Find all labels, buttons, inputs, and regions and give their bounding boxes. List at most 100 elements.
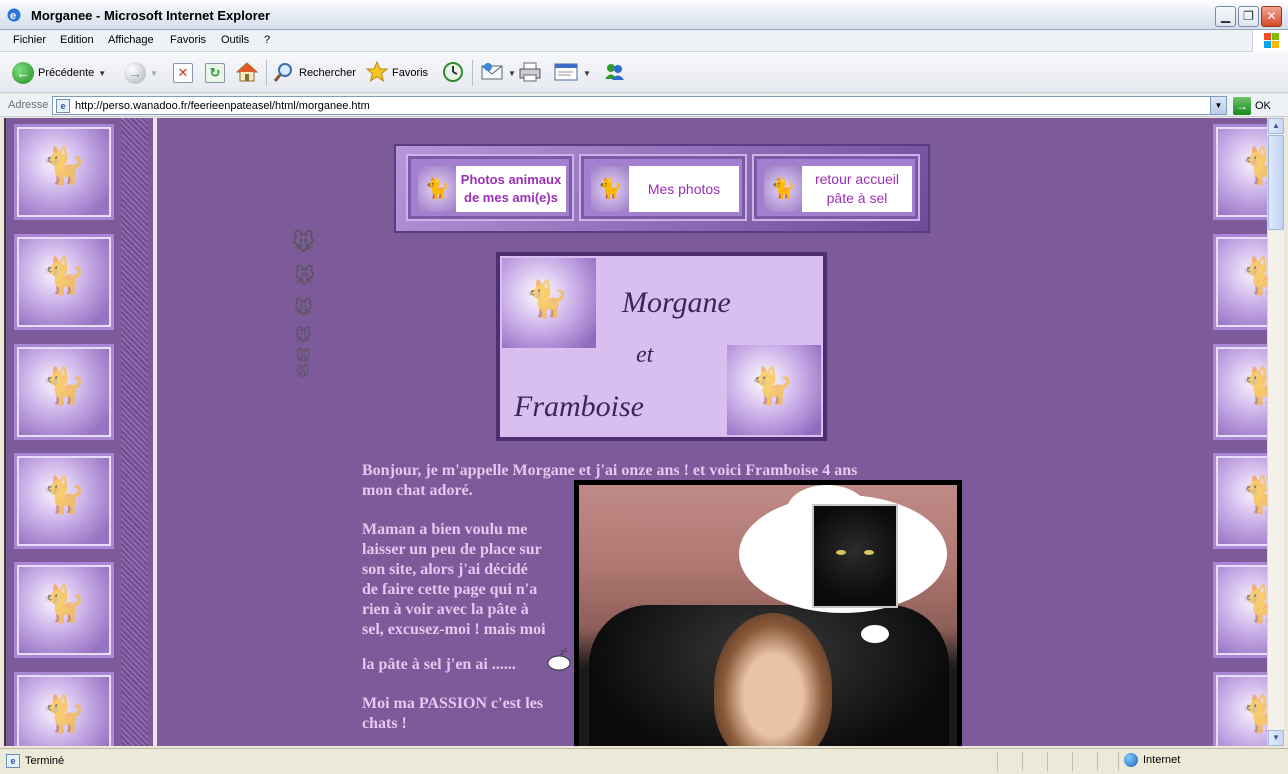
- history-button[interactable]: [442, 60, 464, 86]
- nav-my-photos: 🐈 Mes photos: [579, 154, 747, 221]
- status-pane: [997, 752, 998, 771]
- windows-logo: [1252, 30, 1288, 52]
- address-bar: Adresse e http://perso.wanadoo.fr/feerie…: [0, 94, 1288, 117]
- my-photos-link[interactable]: Mes photos: [629, 166, 739, 212]
- mouse-icon: 🐭: [296, 348, 311, 364]
- banner-word: et: [636, 342, 654, 368]
- mail-icon: [480, 61, 504, 86]
- scroll-up-icon[interactable]: ▲: [1268, 118, 1284, 134]
- mouse-icon: 🐭: [292, 230, 315, 255]
- link-line: retour accueil: [814, 171, 900, 188]
- menu-affichage[interactable]: Affichage: [108, 34, 154, 46]
- back-dropdown-icon[interactable]: ▼: [98, 69, 106, 78]
- banner-word: Framboise: [514, 390, 644, 423]
- thought-bubble: [861, 625, 889, 643]
- print-button[interactable]: [518, 60, 542, 86]
- kitten-corner-image: 🐈: [502, 258, 596, 348]
- scroll-thumb[interactable]: [1268, 135, 1284, 230]
- search-button[interactable]: Rechercher: [273, 60, 356, 86]
- stop-button[interactable]: ✕: [173, 60, 193, 86]
- link-line: pâte à sel: [826, 190, 888, 206]
- text-line: son site, alors j'ai décidé: [362, 561, 528, 578]
- title-bar: e Morganee - Microsoft Internet Explorer…: [0, 0, 1288, 30]
- sleeping-smiley-icon: zz: [546, 647, 572, 676]
- text-line: rien à voir avec la pâte à: [362, 601, 529, 618]
- menu-fichier[interactable]: Fichier: [13, 34, 46, 46]
- favorites-button[interactable]: Favoris: [365, 60, 429, 86]
- ie-icon: e: [6, 7, 22, 23]
- globe-icon: [1124, 753, 1138, 767]
- mail-dropdown-icon[interactable]: ▼: [508, 69, 516, 78]
- left-tile-column: 🐈 🐈 🐈 🐈 🐈 🐈: [10, 118, 120, 746]
- toolbar-separator: [266, 60, 267, 86]
- edit-page-icon: [553, 61, 579, 86]
- address-label: Adresse: [8, 99, 49, 111]
- scroll-down-icon[interactable]: ▼: [1268, 730, 1284, 746]
- home-link[interactable]: retour accueil pâte à sel: [802, 166, 912, 212]
- text-line: laisser un peu de place sur: [362, 541, 542, 558]
- menu-help[interactable]: ?: [264, 34, 270, 46]
- text-line: la pâte à sel j'en ai ......: [362, 656, 516, 673]
- favorites-label: Favoris: [392, 67, 429, 79]
- mouse-icon: 🐭: [296, 364, 310, 379]
- kitten-tile: 🐈: [1213, 453, 1267, 549]
- nav-home: 🐈 retour accueil pâte à sel: [752, 154, 920, 221]
- link-line: Photos animaux: [460, 172, 562, 188]
- home-icon: [235, 61, 259, 86]
- forward-button[interactable]: → ▼: [124, 60, 158, 86]
- intro-line: Bonjour, je m'appelle Morgane et j'ai on…: [362, 462, 858, 479]
- printer-icon: [518, 61, 542, 86]
- photo-background: [579, 485, 957, 746]
- text-line: de faire cette page qui n'a: [362, 581, 538, 598]
- kitten-tile: 🐈: [14, 453, 114, 549]
- right-tile-column: 🐈 🐈 🐈 🐈 🐈 🐈: [1209, 118, 1267, 746]
- home-button[interactable]: [235, 60, 259, 86]
- refresh-icon: ↻: [205, 63, 225, 83]
- window-title: Morganee - Microsoft Internet Explorer: [31, 8, 271, 23]
- mail-button[interactable]: ▼: [480, 60, 516, 86]
- back-button[interactable]: ← Précédente ▼: [12, 60, 106, 86]
- friends-photos-link[interactable]: Photos animaux de mes ami(e)s: [456, 166, 566, 212]
- kitten-tile: 🐈: [1213, 562, 1267, 658]
- nav-menu: 🐈 Photos animaux de mes ami(e)s 🐈 Mes pho…: [394, 144, 930, 233]
- go-arrow-icon: →: [1233, 96, 1251, 115]
- kitten-tile: 🐈: [14, 234, 114, 330]
- stop-icon: ✕: [173, 63, 193, 83]
- nav-friends-photos: 🐈 Photos animaux de mes ami(e)s: [406, 154, 574, 221]
- edit-button[interactable]: ▼: [553, 60, 591, 86]
- cat-eye: [864, 550, 874, 555]
- menu-edition[interactable]: Edition: [60, 34, 94, 46]
- kitten-tile: 🐈: [14, 672, 114, 746]
- decorative-stripe: [121, 118, 148, 746]
- address-input[interactable]: e http://perso.wanadoo.fr/feerieenpateas…: [52, 96, 1227, 115]
- paragraph-4: Moi ma PASSION c'est les chats !: [362, 694, 582, 734]
- forward-arrow-icon: →: [124, 62, 146, 84]
- link-line: de mes ami(e)s: [464, 190, 558, 205]
- edit-dropdown-icon[interactable]: ▼: [583, 69, 591, 78]
- maximize-button[interactable]: ❐: [1238, 6, 1259, 27]
- close-button[interactable]: ✕: [1261, 6, 1282, 27]
- refresh-button[interactable]: ↻: [205, 60, 225, 86]
- vertical-scrollbar[interactable]: ▲ ▼: [1267, 118, 1284, 746]
- toolbar-separator: [472, 60, 473, 86]
- text-line: Moi ma PASSION c'est les: [362, 695, 544, 712]
- minimize-button[interactable]: ▁: [1215, 6, 1236, 27]
- zone-label: Internet: [1143, 754, 1181, 766]
- menu-favoris[interactable]: Favoris: [170, 34, 206, 46]
- mouse-icon: 🐭: [295, 328, 312, 345]
- go-label: OK: [1255, 99, 1271, 112]
- text-line: Maman a bien voulu me: [362, 521, 528, 538]
- paragraph-2: Maman a bien voulu me laisser un peu de …: [362, 520, 582, 640]
- status-pane: [1022, 752, 1023, 771]
- forward-dropdown-icon[interactable]: ▼: [150, 69, 158, 78]
- go-button[interactable]: → OK: [1233, 96, 1271, 115]
- menu-outils[interactable]: Outils: [221, 34, 249, 46]
- kitten-tile: 🐈: [1213, 234, 1267, 330]
- title-banner: 🐈 🐈 Morgane et Framboise: [496, 252, 827, 441]
- text-line: sel, excusez-moi ! mais moi: [362, 621, 546, 638]
- messenger-button[interactable]: [602, 60, 626, 86]
- kitten-tile: 🐈: [14, 124, 114, 220]
- mouse-icon: 🐭: [294, 266, 315, 288]
- page-icon: e: [56, 99, 70, 113]
- address-dropdown-icon[interactable]: ▼: [1210, 97, 1226, 114]
